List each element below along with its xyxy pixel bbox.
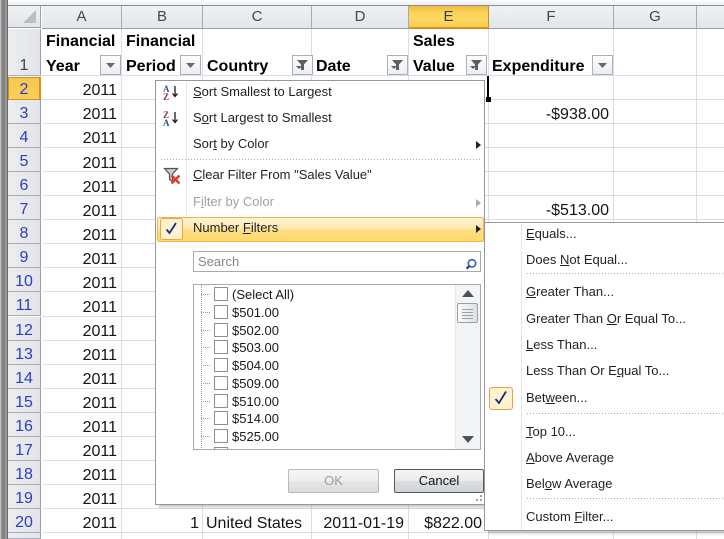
svg-text:Z: Z: [163, 92, 169, 101]
svg-text:A: A: [163, 118, 170, 127]
